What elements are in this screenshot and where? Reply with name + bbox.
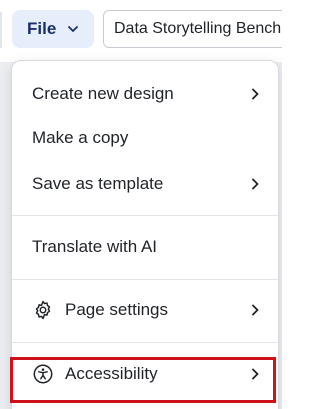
menu-divider <box>12 215 278 216</box>
chevron-right-icon <box>248 367 262 381</box>
menu-item-make-a-copy[interactable]: Make a copy <box>12 115 278 161</box>
menu-item-save-as-template[interactable]: Save as template <box>12 161 278 207</box>
chevron-right-icon <box>248 177 262 191</box>
design-title-input[interactable] <box>103 10 282 48</box>
chevron-down-icon <box>66 22 80 36</box>
toolbar-divider <box>0 12 2 48</box>
menu-item-label: Page settings <box>65 300 169 319</box>
chevron-right-icon <box>248 303 262 317</box>
gear-icon <box>32 299 54 321</box>
menu-item-label: Accessibility <box>65 364 158 383</box>
file-menu-button[interactable]: File <box>12 10 94 48</box>
menu-item-translate-with-ai[interactable]: Translate with AI <box>12 224 278 270</box>
menu-divider <box>12 279 278 280</box>
menu-item-label: Save as template <box>32 174 164 193</box>
chevron-right-icon <box>248 87 262 101</box>
menu-item-accessibility[interactable]: Accessibility <box>12 351 278 397</box>
menu-item-label: Make a copy <box>32 128 129 147</box>
menu-item-label: Create new design <box>32 84 174 103</box>
file-menu-label: File <box>27 19 57 38</box>
menu-divider <box>12 342 278 343</box>
menu-item-label: Translate with AI <box>32 237 158 256</box>
top-toolbar: File <box>0 0 282 62</box>
file-dropdown-menu: Create new design Make a copy Save as te… <box>11 60 279 409</box>
menu-item-create-new-design[interactable]: Create new design <box>12 71 278 117</box>
accessibility-icon <box>32 363 54 385</box>
menu-item-page-settings[interactable]: Page settings <box>12 287 278 333</box>
app-page: File Create new design Make a copy Save … <box>0 0 282 409</box>
